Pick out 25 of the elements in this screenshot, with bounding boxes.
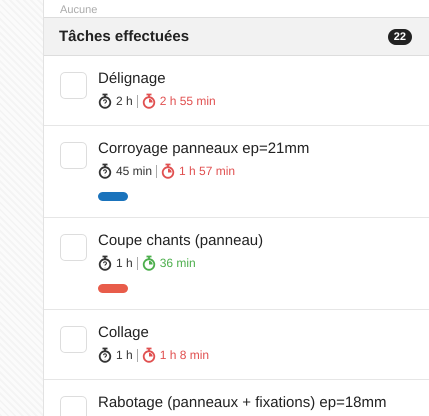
task-title: Collage bbox=[98, 324, 150, 342]
actual-time: 1 h 8 min bbox=[160, 348, 210, 362]
stopwatch-question-icon bbox=[98, 255, 112, 271]
stopwatch-question-icon bbox=[98, 93, 112, 109]
count-badge: 22 bbox=[388, 28, 412, 44]
task-checkbox[interactable] bbox=[60, 234, 87, 261]
task-title: Corroyage panneaux ep=21mm bbox=[98, 140, 310, 158]
actual-time: 2 h 55 min bbox=[160, 94, 216, 108]
section-title: Tâches effectuées bbox=[59, 28, 190, 45]
estimated-time: 2 h bbox=[116, 94, 133, 108]
task-checkbox[interactable] bbox=[60, 142, 87, 169]
stopwatch-question-icon bbox=[98, 347, 112, 363]
task-title: Coupe chants (panneau) bbox=[98, 232, 264, 250]
task-title: Rabotage (panneaux + fixations) ep=18mm bbox=[98, 394, 387, 412]
actual-time: 36 min bbox=[160, 256, 196, 270]
task-title: Délignage bbox=[98, 70, 167, 88]
estimated-time: 45 min bbox=[116, 164, 152, 178]
estimated-time: 1 h bbox=[116, 348, 133, 362]
task-checkbox[interactable] bbox=[60, 72, 87, 99]
previous-section-text: Aucune bbox=[59, 4, 98, 17]
stopwatch-question-icon bbox=[98, 163, 112, 179]
actual-time: 1 h 57 min bbox=[179, 164, 236, 178]
estimated-time: 1 h bbox=[116, 256, 133, 270]
task-checkbox[interactable] bbox=[60, 396, 87, 416]
task-checkbox[interactable] bbox=[60, 326, 87, 353]
